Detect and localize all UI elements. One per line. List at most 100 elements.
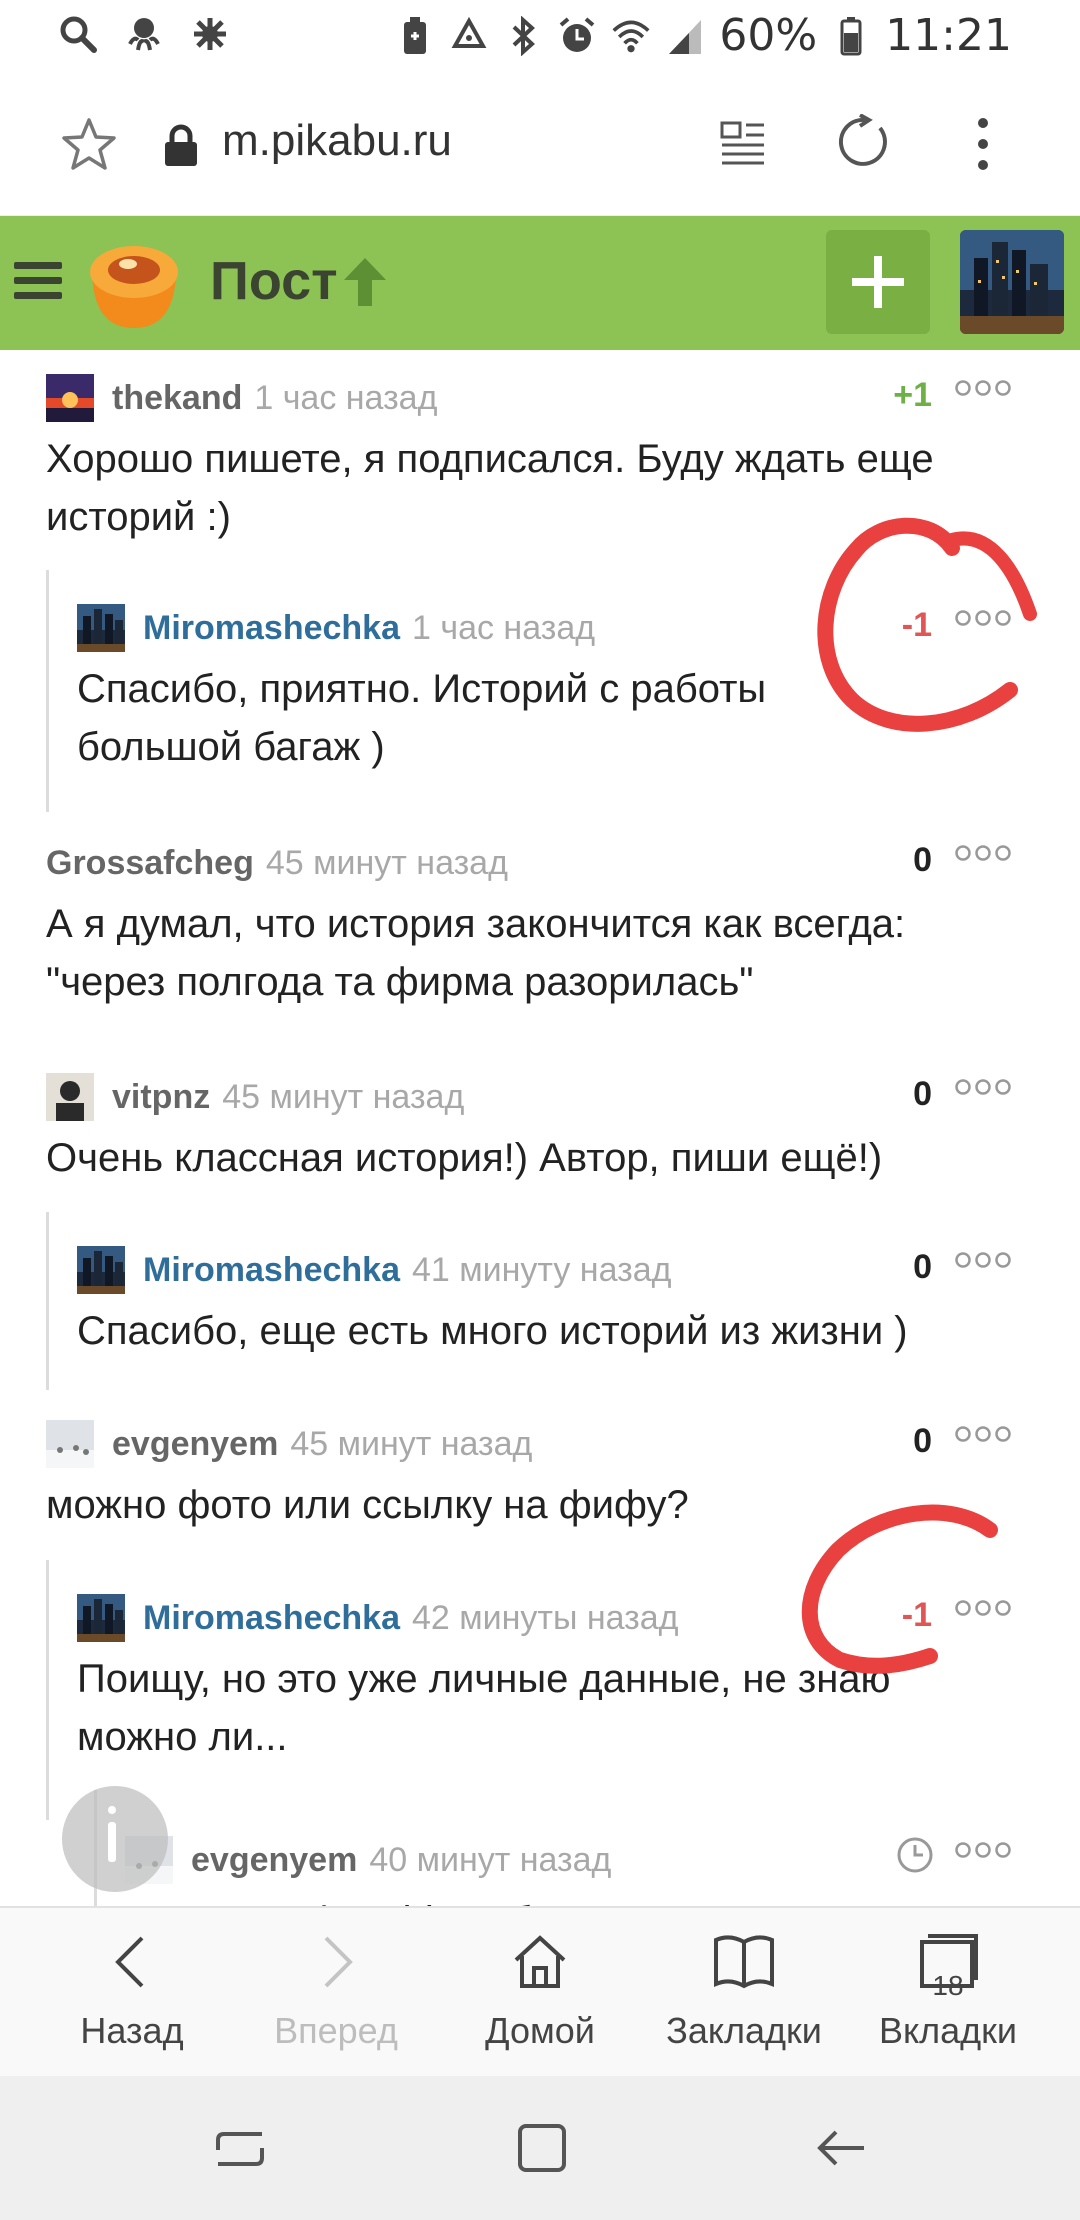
comment-text: Спасибо, приятно. Историй с работы больш… xyxy=(77,667,767,769)
back-icon xyxy=(115,1936,144,1988)
add-post-button[interactable] xyxy=(826,230,930,334)
tabs-count: 18 xyxy=(932,1970,964,2001)
comment-score: -1 xyxy=(901,1596,932,1634)
more-options-icon[interactable] xyxy=(954,378,1012,398)
comment-score: +1 xyxy=(893,376,932,414)
comment-text: просто цифры id, любопытство и чувство xyxy=(125,1890,1080,1906)
battery-icon xyxy=(831,16,871,56)
comment-author[interactable]: evgenyem xyxy=(191,1841,357,1880)
comment-author[interactable]: Grossafcheg xyxy=(46,844,254,883)
clock-icon xyxy=(897,1837,933,1873)
comment-author[interactable]: Miromashechka xyxy=(143,1599,400,1638)
comment-author[interactable]: evgenyem xyxy=(112,1425,278,1464)
forward-icon xyxy=(324,1936,353,1988)
comment-text: Очень классная история!) Автор, пиши ещё… xyxy=(46,1136,883,1180)
comment: Grossafcheg 45 минут назад 0 А я думал, … xyxy=(0,833,1080,1011)
comment-text: Спасибо, еще есть много историй из жизни… xyxy=(77,1309,908,1353)
comment-time: 45 минут назад xyxy=(290,1424,533,1463)
reader-mode-icon[interactable] xyxy=(720,120,766,166)
signal-icon xyxy=(665,16,705,56)
avatar[interactable] xyxy=(77,604,125,652)
avatar[interactable] xyxy=(46,1420,94,1468)
plus-icon xyxy=(852,256,904,308)
comment-time: 41 минуту назад xyxy=(412,1250,672,1289)
comment-score: -1 xyxy=(901,606,932,644)
avatar[interactable] xyxy=(46,1073,94,1121)
comment-author[interactable]: vitpnz xyxy=(112,1078,210,1117)
floating-comment-button[interactable] xyxy=(62,1786,168,1892)
system-nav-bar xyxy=(0,2076,1080,2220)
comment-score: 0 xyxy=(913,1422,932,1460)
menu-icon[interactable] xyxy=(14,258,64,304)
tabs-button[interactable]: 18 Вкладки xyxy=(848,1930,1048,2052)
comment-text: Хорошо пишете, я подписался. Буду ждать … xyxy=(46,437,934,539)
search-icon xyxy=(58,14,98,54)
lock-icon xyxy=(165,124,197,166)
battery-percent: 60% xyxy=(719,10,818,61)
comment-text: А я думал, что история закончится как вс… xyxy=(46,902,906,1004)
site-header: Пост xyxy=(0,216,1080,350)
more-options-icon[interactable] xyxy=(954,1077,1012,1097)
comment-time: 45 минут назад xyxy=(265,843,508,882)
avatar[interactable] xyxy=(46,374,94,422)
bookmarks-icon xyxy=(714,1935,774,1989)
comment-author[interactable]: Miromashechka xyxy=(143,1251,400,1290)
comment-reply: evgenyem 40 минут назад просто цифры id,… xyxy=(94,1790,1080,1906)
comment-icon xyxy=(108,1806,116,1862)
comment-time: 1 час назад xyxy=(254,378,438,417)
home-nav-icon[interactable] xyxy=(514,2120,570,2176)
arrow-up-icon[interactable] xyxy=(340,254,390,310)
more-options-icon[interactable] xyxy=(954,843,1012,863)
comment-reply: Miromashechka 41 минуту назад 0 Спасибо,… xyxy=(46,1212,1080,1390)
clock-time: 11:21 xyxy=(885,10,1012,61)
comment-score: 0 xyxy=(913,1248,932,1286)
bookmark-star-icon[interactable] xyxy=(60,116,118,174)
comment-author[interactable]: thekand xyxy=(112,379,242,418)
comment-text: Поищу, но это уже личные данные, не знаю… xyxy=(77,1657,891,1759)
home-icon xyxy=(514,1935,566,1988)
browser-menu-icon[interactable] xyxy=(975,116,991,172)
battery-saver-icon xyxy=(395,16,435,56)
reload-icon[interactable] xyxy=(838,114,892,170)
back-nav-icon[interactable] xyxy=(814,2120,870,2176)
comment-score: 0 xyxy=(913,841,932,879)
browser-url-bar: m.pikabu.ru xyxy=(0,72,1080,216)
comment: thekand 1 час назад +1 Хорошо пишете, я … xyxy=(0,368,1080,546)
octopus-icon xyxy=(124,14,164,54)
user-avatar[interactable] xyxy=(960,230,1064,334)
url-text[interactable]: m.pikabu.ru xyxy=(222,116,452,166)
more-options-icon[interactable] xyxy=(954,1250,1012,1270)
avatar[interactable] xyxy=(77,1246,125,1294)
forward-button[interactable]: Вперед xyxy=(236,1930,436,2052)
recycle-icon xyxy=(449,16,489,56)
bluetooth-icon xyxy=(503,15,543,56)
comment-time: 1 час назад xyxy=(412,608,596,647)
comment-score: 0 xyxy=(913,1075,932,1113)
comment-text: можно фото или ссылку на фифу? xyxy=(46,1483,689,1527)
bookmarks-button[interactable]: Закладки xyxy=(644,1930,844,2052)
status-bar: 60% 11:21 xyxy=(0,0,1080,72)
comment-reply: Miromashechka 1 час назад -1 Спасибо, пр… xyxy=(46,570,1080,812)
recents-icon[interactable] xyxy=(212,2120,268,2176)
comment: evgenyem 45 минут назад 0 можно фото или… xyxy=(0,1414,1080,1534)
alarm-icon xyxy=(557,16,597,56)
pikabu-logo-icon[interactable] xyxy=(82,236,186,332)
comment-time: 40 минут назад xyxy=(369,1840,612,1879)
comment-author[interactable]: Miromashechka xyxy=(143,609,400,648)
more-options-icon[interactable] xyxy=(954,1598,1012,1618)
browser-bottom-nav: Назад Вперед Домой Закладки 18 Вкладки xyxy=(0,1906,1080,2076)
comment-reply: Miromashechka 42 минуты назад -1 Поищу, … xyxy=(46,1560,1080,1820)
home-button[interactable]: Домой xyxy=(440,1930,640,2052)
back-button[interactable]: Назад xyxy=(32,1930,232,2052)
page-title: Пост xyxy=(210,251,338,311)
comments-list: thekand 1 час назад +1 Хорошо пишете, я … xyxy=(0,350,1080,1906)
settings-icon xyxy=(190,14,230,54)
more-options-icon[interactable] xyxy=(954,608,1012,628)
avatar[interactable] xyxy=(77,1594,125,1642)
wifi-icon xyxy=(611,16,651,56)
comment-time: 45 минут назад xyxy=(222,1077,465,1116)
comment-time: 42 минуты назад xyxy=(412,1598,679,1637)
more-options-icon[interactable] xyxy=(954,1840,1012,1860)
comment: vitpnz 45 минут назад 0 Очень классная и… xyxy=(0,1067,1080,1187)
more-options-icon[interactable] xyxy=(954,1424,1012,1444)
